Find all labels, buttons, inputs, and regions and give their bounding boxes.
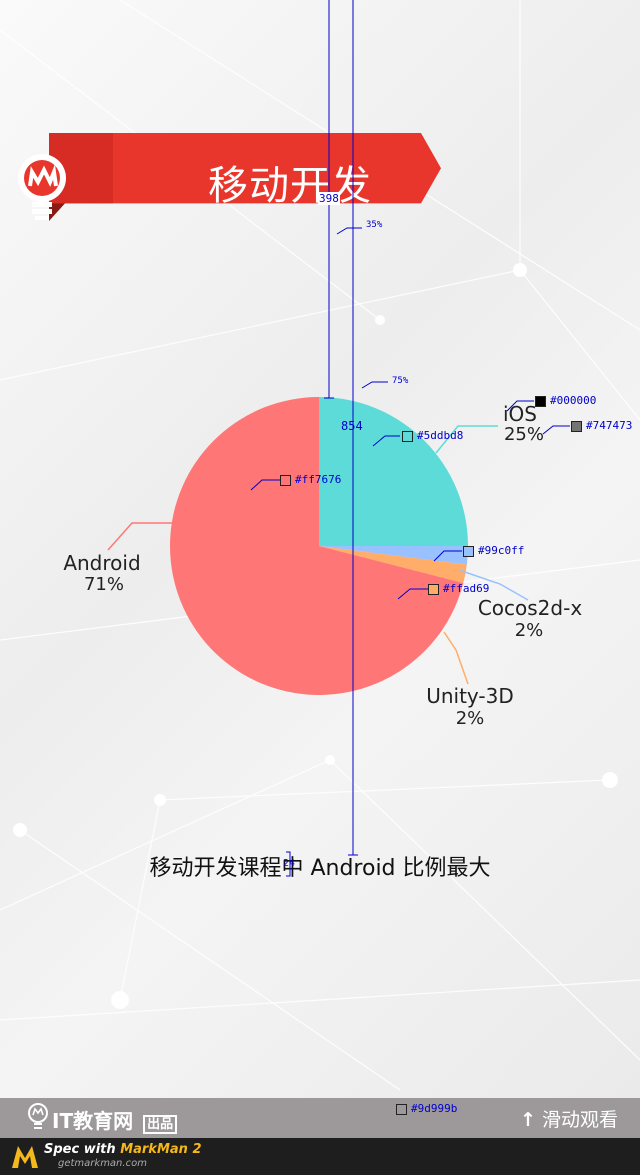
swatch-000000 [535,396,546,407]
markman-brand: MarkMan 2 [120,1142,202,1157]
markman-prefix: Spec with [44,1142,121,1157]
spec-measure-75: 75% [392,376,409,386]
slide-hint-label: 滑动观看 [541,1109,618,1131]
swatch-99c0ff [463,546,474,557]
spec-color-ffad69: #ffad69 [443,582,490,595]
footer-brand: IT教育网 出品 [52,1105,178,1134]
swatch-ff7676 [280,475,291,486]
swatch-9d999b [396,1104,407,1115]
markman-line1: Spec with MarkMan 2 [44,1142,202,1157]
spec-color-5ddbd8: #5ddbd8 [417,429,464,442]
spec-measure-24: 24 [283,858,296,869]
spec-measure-35: 35% [366,220,383,230]
markman-logo-icon [12,1146,38,1168]
footer-brand-name: IT教育网 [52,1109,134,1133]
spec-color-000000: #000000 [550,394,597,407]
footer-brand-suffix: 出品 [143,1115,178,1134]
markman-url[interactable]: getmarkman.com [58,1158,147,1169]
footer-bulb-icon [28,1103,48,1129]
slide-hint[interactable]: ↑ 滑动观看 [520,1105,618,1132]
spec-measure-854: 854 [341,419,363,433]
spec-color-99c0ff: #99c0ff [478,544,525,557]
swatch-5ddbd8 [402,431,413,442]
spec-color-9d999b: #9d999b [411,1102,458,1115]
swatch-747473 [571,421,582,432]
spec-color-ff7676: #ff7676 [295,473,342,486]
spec-color-747473: #747473 [586,419,633,432]
swatch-ffad69 [428,584,439,595]
arrow-up-icon: ↑ [520,1109,536,1131]
spec-lines [250,0,570,1119]
spec-measure-398: 398 [318,192,340,205]
